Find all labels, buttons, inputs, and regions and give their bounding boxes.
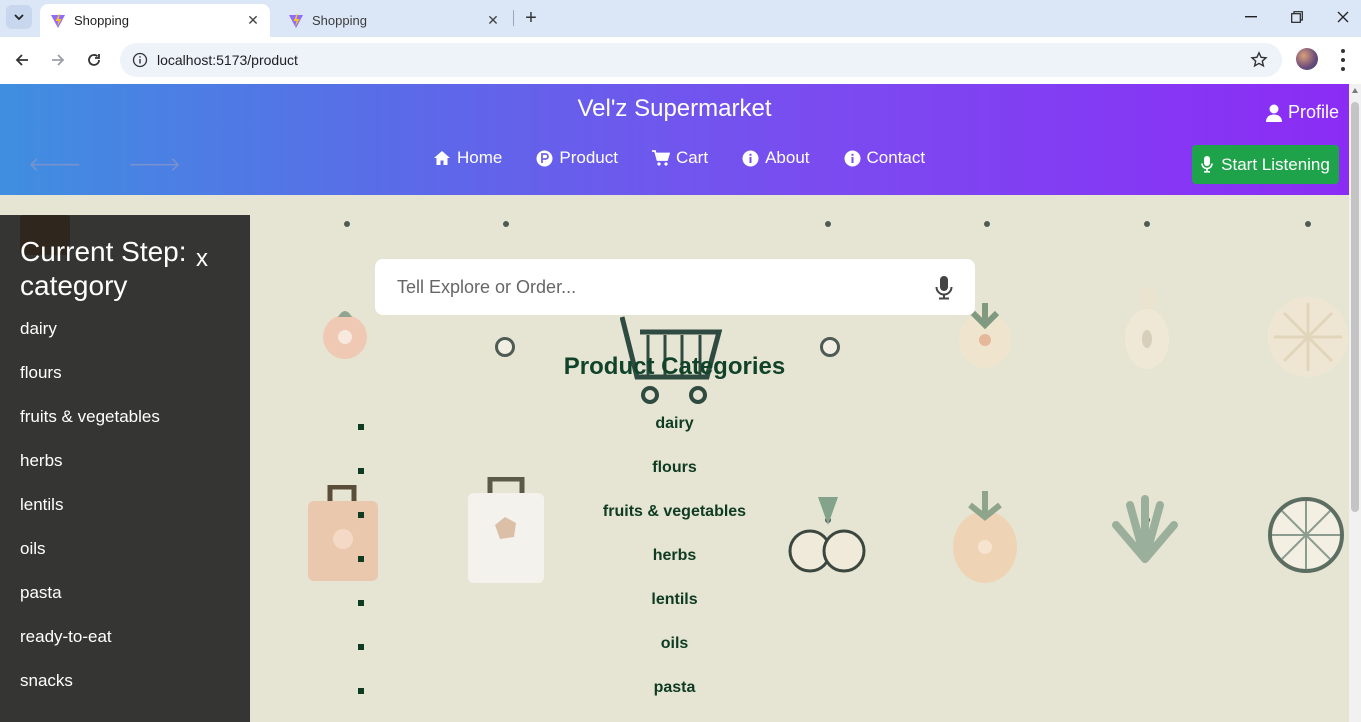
voice-search-bar[interactable]: Tell Explore or Order... <box>375 259 975 315</box>
nav-home-label: Home <box>457 148 503 167</box>
scroll-up-icon[interactable] <box>1352 88 1358 93</box>
new-tab-button[interactable]: + <box>520 7 542 29</box>
scrollbar-thumb[interactable] <box>1351 102 1359 512</box>
browser-toolbar: localhost:5173/product <box>0 37 1361 84</box>
profile-label: Profile <box>1288 102 1340 122</box>
product-icon <box>536 150 553 166</box>
sidebar-item-ready-to-eat[interactable]: ready-to-eat <box>20 627 160 671</box>
sidebar-item-snacks[interactable]: snacks <box>20 671 160 715</box>
site-header: Vel'z Supermarket Profile 🡐 🡒 Home Produ… <box>0 84 1349 195</box>
sidebar-item-pasta[interactable]: pasta <box>20 583 160 627</box>
start-listening-label: Start Listening <box>1221 154 1330 174</box>
microphone-icon <box>1201 156 1213 173</box>
tab-title: Shopping <box>74 13 129 28</box>
url-text: localhost:5173/product <box>157 52 298 68</box>
tab-close-icon[interactable]: ✕ <box>244 12 262 30</box>
reload-icon[interactable] <box>79 45 109 75</box>
page-forward-arrow-icon[interactable]: 🡒 <box>128 152 182 177</box>
tab-separator <box>513 10 514 26</box>
current-step-value: category <box>20 270 128 301</box>
close-window-icon[interactable] <box>1328 6 1358 28</box>
nav-cart-label: Cart <box>675 148 709 167</box>
user-icon <box>1266 104 1282 122</box>
tab-close-icon[interactable]: ✕ <box>484 12 502 30</box>
microphone-icon[interactable] <box>935 276 953 300</box>
profile-avatar[interactable] <box>1296 48 1318 70</box>
restore-icon[interactable] <box>1282 6 1312 28</box>
browser-tab-active[interactable]: Shopping ✕ <box>40 4 270 37</box>
sidebar-item-herbs[interactable]: herbs <box>20 451 160 495</box>
vite-favicon-icon <box>289 13 303 28</box>
sidebar-close-button[interactable]: x <box>196 245 208 273</box>
nav-home[interactable]: Home <box>433 148 502 168</box>
home-icon <box>434 151 450 165</box>
sidebar-item-fruits-vegetables[interactable]: fruits & vegetables <box>20 407 160 451</box>
start-listening-button[interactable]: Start Listening <box>1192 145 1339 184</box>
current-step-label: Current Step: <box>20 236 187 267</box>
profile-link[interactable]: Profile <box>1266 102 1339 123</box>
page-history-arrows: 🡐 🡒 <box>28 152 181 177</box>
page-viewport: Vel'z Supermarket Profile 🡐 🡒 Home Produ… <box>0 84 1349 722</box>
page-back-arrow-icon[interactable]: 🡐 <box>28 152 82 177</box>
back-icon[interactable] <box>7 45 37 75</box>
info-icon <box>742 150 759 166</box>
nav-contact[interactable]: Contact <box>844 148 926 168</box>
vite-favicon-icon <box>51 13 65 28</box>
site-info-icon[interactable] <box>132 52 148 68</box>
minimize-icon[interactable] <box>1236 6 1266 28</box>
address-bar[interactable]: localhost:5173/product <box>120 43 1282 77</box>
tab-search-button[interactable] <box>6 5 32 29</box>
nav-cart[interactable]: Cart <box>651 148 709 168</box>
page-scrollbar[interactable] <box>1349 84 1361 722</box>
browser-tab-inactive[interactable]: Shopping ✕ <box>278 4 510 37</box>
nav-product[interactable]: Product <box>536 148 618 168</box>
cart-icon <box>651 150 670 166</box>
forward-icon[interactable] <box>43 45 73 75</box>
bookmark-star-icon[interactable] <box>1250 51 1268 69</box>
browser-menu-icon[interactable] <box>1335 49 1351 71</box>
sidebar-item-oils[interactable]: oils <box>20 539 160 583</box>
sidebar-item-lentils[interactable]: lentils <box>20 495 160 539</box>
current-step-heading: Current Step: category <box>20 235 190 303</box>
info-icon <box>844 150 861 166</box>
search-placeholder: Tell Explore or Order... <box>397 277 577 297</box>
step-sidebar: Current Step: category x dairy flours fr… <box>0 215 250 722</box>
main-nav: Home Product Cart About Contact <box>433 148 959 168</box>
sidebar-item-flours[interactable]: flours <box>20 363 160 407</box>
brand-title: Vel'z Supermarket <box>577 95 772 122</box>
browser-tab-bar: Shopping ✕ Shopping ✕ + <box>0 0 1361 37</box>
sidebar-option-list: dairy flours fruits & vegetables herbs l… <box>20 319 160 715</box>
tab-title: Shopping <box>312 13 367 28</box>
nav-product-label: Product <box>559 148 618 167</box>
nav-about-label: About <box>765 148 810 167</box>
sidebar-item-dairy[interactable]: dairy <box>20 319 160 363</box>
nav-about[interactable]: About <box>742 148 810 168</box>
nav-contact-label: Contact <box>866 148 926 167</box>
